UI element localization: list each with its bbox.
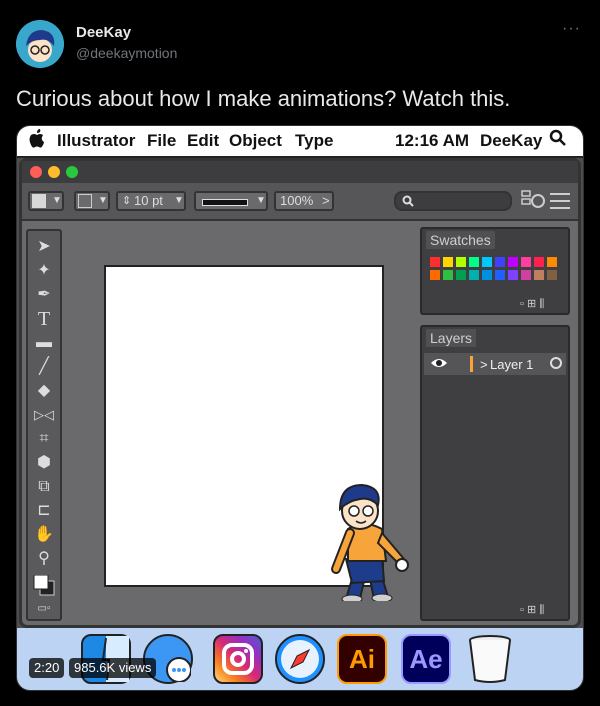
video-duration: 2:20 bbox=[29, 658, 65, 678]
search-icon[interactable] bbox=[549, 129, 567, 152]
fill-color-dropdown[interactable]: ▼ bbox=[28, 191, 64, 211]
workspace-icons[interactable] bbox=[520, 189, 572, 213]
color-swatch[interactable] bbox=[482, 257, 492, 267]
video-views: 985.6K views bbox=[69, 658, 157, 678]
stroke-style-dropdown[interactable]: ▼ bbox=[194, 191, 268, 211]
color-swatch[interactable] bbox=[495, 270, 505, 280]
hand-tool-icon[interactable]: ✋ bbox=[32, 525, 56, 545]
illustrator-window: ▼ ▼ ⇕ 10 pt ▼ ▼ 100% > ➤ ✦ ✒ T ▬ ╱ ◆ ▷◁ … bbox=[19, 158, 581, 628]
menu-type[interactable]: Type bbox=[295, 131, 333, 151]
illustrator-app-icon[interactable]: Ai bbox=[337, 634, 387, 684]
color-swatch[interactable] bbox=[547, 257, 557, 267]
window-titlebar bbox=[22, 161, 578, 183]
safari-icon[interactable] bbox=[275, 634, 325, 684]
pen-tool-icon[interactable]: ✒ bbox=[32, 285, 56, 305]
zoom-tool-icon[interactable]: ⚲ bbox=[32, 549, 56, 569]
eye-icon[interactable] bbox=[430, 356, 448, 375]
color-swatch[interactable] bbox=[521, 270, 531, 280]
artboard-tool-icon[interactable]: ⊏ bbox=[32, 501, 56, 521]
fill-stroke-icon[interactable] bbox=[32, 574, 56, 596]
layers-footer-icons[interactable]: ▫ ⊞ ⫼ bbox=[520, 603, 544, 617]
stepper-icon[interactable]: ⇕ bbox=[122, 193, 131, 209]
menu-object[interactable]: Object bbox=[229, 131, 282, 151]
tools-panel: ➤ ✦ ✒ T ▬ ╱ ◆ ▷◁ ⌗ ⬢ ⧉ ⊏ ✋ ⚲ ▭▫ bbox=[26, 229, 62, 621]
reflect-tool-icon[interactable]: ▷◁ bbox=[32, 405, 56, 425]
swatch-grid bbox=[430, 257, 560, 283]
menubar-user[interactable]: DeeKay bbox=[480, 131, 542, 151]
panel-footer-icons[interactable]: ▫ ⊞ ⫼ bbox=[520, 297, 544, 311]
tweet-text: Curious about how I make animations? Wat… bbox=[16, 86, 511, 111]
color-swatch[interactable] bbox=[508, 270, 518, 280]
shape-builder-tool-icon[interactable]: ⧉ bbox=[32, 477, 56, 497]
color-swatch[interactable] bbox=[547, 270, 557, 280]
character-illustration bbox=[312, 461, 412, 604]
stroke-weight-field[interactable]: ⇕ 10 pt ▼ bbox=[116, 191, 186, 211]
swatches-panel-title[interactable]: Swatches bbox=[426, 231, 495, 249]
search-icon bbox=[402, 195, 414, 211]
color-swatch[interactable] bbox=[430, 257, 440, 267]
layer-expand-arrow[interactable]: > bbox=[480, 357, 488, 372]
avatar[interactable] bbox=[16, 20, 64, 68]
zoom-button[interactable] bbox=[66, 166, 78, 178]
search-field[interactable] bbox=[394, 191, 512, 211]
color-swatch[interactable] bbox=[443, 270, 453, 280]
type-tool-icon[interactable]: T bbox=[32, 309, 56, 329]
layer-name[interactable]: Layer 1 bbox=[490, 357, 533, 372]
menubar-clock: 12:16 AM bbox=[395, 131, 470, 150]
user-handle[interactable]: @deekaymotion bbox=[76, 45, 177, 61]
chevron-right-icon: > bbox=[322, 193, 330, 208]
color-swatch[interactable] bbox=[495, 257, 505, 267]
menu-edit[interactable]: Edit bbox=[187, 131, 219, 151]
trash-icon[interactable] bbox=[465, 634, 515, 684]
instagram-icon[interactable] bbox=[213, 634, 263, 684]
magic-wand-tool-icon[interactable]: ✦ bbox=[32, 261, 56, 281]
zoom-value: 100% bbox=[280, 193, 314, 208]
menu-file[interactable]: File bbox=[147, 131, 176, 151]
color-swatch[interactable] bbox=[534, 270, 544, 280]
free-transform-tool-icon[interactable]: ⌗ bbox=[32, 429, 56, 449]
control-bar: ▼ ▼ ⇕ 10 pt ▼ ▼ 100% > bbox=[22, 183, 578, 221]
close-button[interactable] bbox=[30, 166, 42, 178]
selection-tool-icon[interactable]: ➤ bbox=[32, 237, 56, 257]
3d-tool-icon[interactable]: ⬢ bbox=[32, 453, 56, 473]
layers-panel-title[interactable]: Layers bbox=[426, 329, 477, 347]
color-swatch[interactable] bbox=[469, 257, 479, 267]
mac-menubar: Illustrator File Edit Object Type 12:16 … bbox=[17, 126, 583, 158]
color-swatch[interactable] bbox=[430, 270, 440, 280]
zoom-dropdown[interactable]: 100% > bbox=[274, 191, 334, 211]
color-swatch[interactable] bbox=[456, 257, 466, 267]
stroke-weight-value: 10 pt bbox=[134, 193, 163, 208]
menu-app-name[interactable]: Illustrator bbox=[57, 131, 135, 151]
layer-row[interactable]: > Layer 1 bbox=[424, 353, 566, 375]
eraser-tool-icon[interactable]: ◆ bbox=[32, 381, 56, 401]
color-swatch[interactable] bbox=[521, 257, 531, 267]
rectangle-tool-icon[interactable]: ▬ bbox=[32, 333, 56, 353]
brush-tool-icon[interactable]: ╱ bbox=[32, 357, 56, 377]
swatches-panel: Swatches ▫ ⊞ ⫼ bbox=[420, 227, 570, 315]
display-name[interactable]: DeeKay bbox=[76, 24, 131, 41]
target-circle-icon[interactable] bbox=[548, 355, 564, 376]
color-swatch[interactable] bbox=[482, 270, 492, 280]
stroke-color-dropdown[interactable]: ▼ bbox=[74, 191, 110, 211]
color-swatch[interactable] bbox=[534, 257, 544, 267]
drawing-modes-icon[interactable]: ▭▫ bbox=[32, 599, 56, 619]
apple-icon bbox=[29, 129, 45, 154]
after-effects-app-icon[interactable]: Ae bbox=[401, 634, 451, 684]
layers-panel: Layers > Layer 1 ▫ ⊞ ⫼ bbox=[420, 325, 570, 621]
color-swatch[interactable] bbox=[469, 270, 479, 280]
color-swatch[interactable] bbox=[508, 257, 518, 267]
video-player[interactable]: Illustrator File Edit Object Type 12:16 … bbox=[16, 125, 584, 691]
minimize-button[interactable] bbox=[48, 166, 60, 178]
more-options-icon[interactable]: ··· bbox=[562, 20, 581, 38]
color-swatch[interactable] bbox=[443, 257, 453, 267]
color-swatch[interactable] bbox=[456, 270, 466, 280]
